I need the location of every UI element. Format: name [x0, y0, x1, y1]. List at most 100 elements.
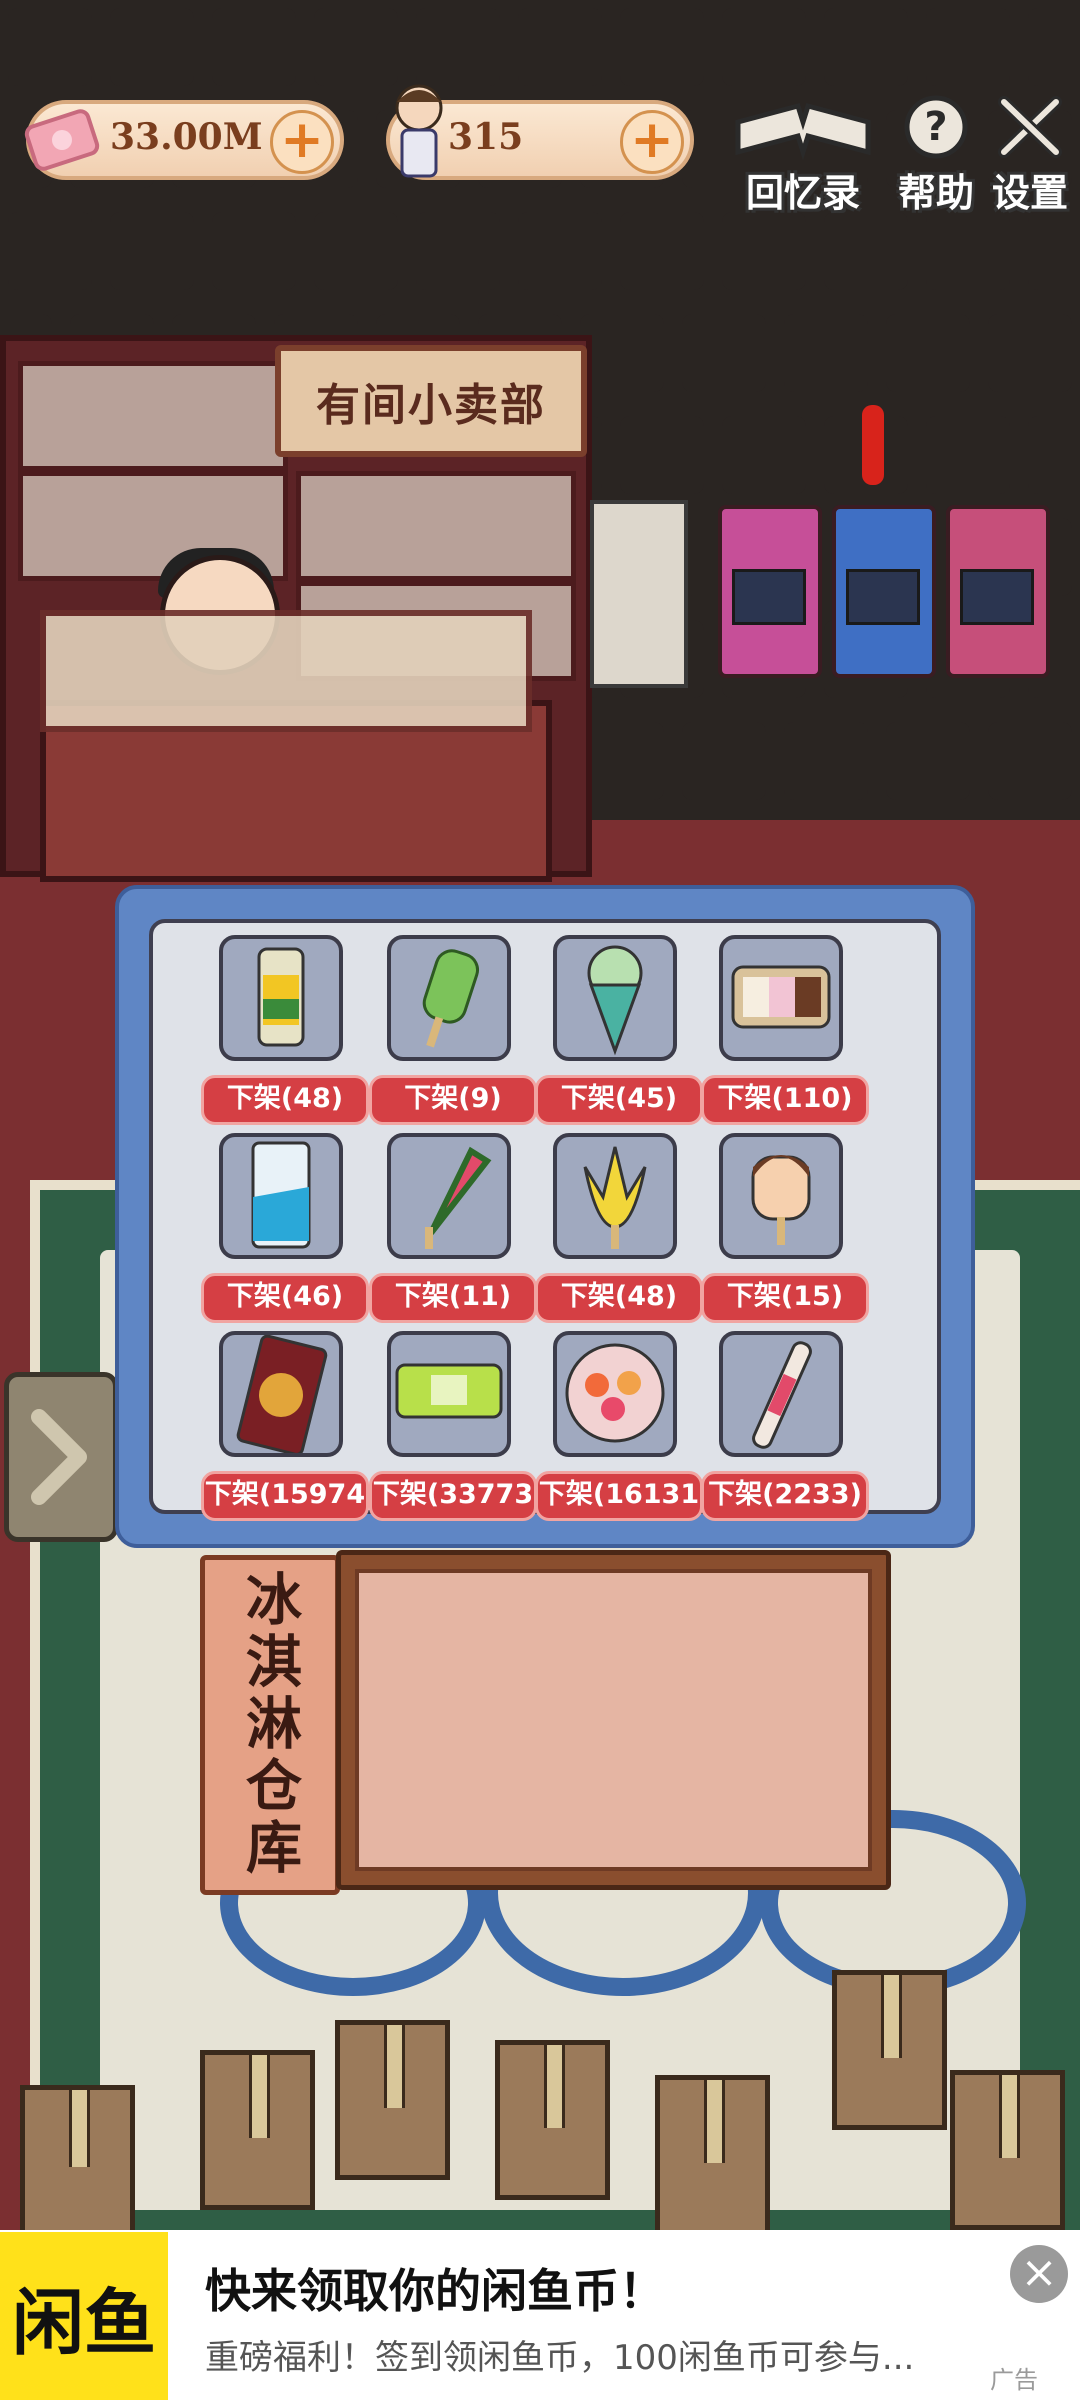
blue-ice-bar-icon[interactable] [219, 1133, 343, 1259]
brick [8, 212, 92, 290]
watermelon-popsicle-icon[interactable] [387, 1133, 511, 1259]
cardboard-box [655, 2075, 770, 2235]
brick [314, 212, 398, 290]
brick [824, 8, 908, 86]
arcade-machine[interactable] [832, 505, 936, 678]
ad-subtitle[interactable]: 重磅福利！签到领闲鱼币，100闲鱼币可参与... [205, 2330, 925, 2379]
ice-cream-slot: 下架(15) [701, 1133, 869, 1333]
settings-label: 设置 [991, 171, 1068, 215]
tube-ice-icon[interactable] [719, 1331, 843, 1457]
chocolate-bar-icon[interactable] [219, 1331, 343, 1457]
help-label: 帮助 [898, 171, 975, 215]
ad-tag: 广告 [990, 2366, 1038, 2394]
ice-cream-slot: 下架(46) [201, 1133, 369, 1333]
warehouse-title: 冰淇淋仓库 [200, 1555, 340, 1895]
brick [1028, 212, 1080, 290]
add-visitor-button[interactable]: + [620, 110, 684, 174]
brick [1028, 8, 1080, 86]
unshelf-button[interactable]: 下架(48) [535, 1273, 703, 1323]
unshelf-button[interactable]: 下架(16131 [535, 1471, 703, 1521]
help-button[interactable]: ? 帮助 [898, 92, 974, 217]
ice-cream-slot: 下架(48) [201, 935, 369, 1135]
unshelf-button[interactable]: 下架(15974 [201, 1471, 369, 1521]
unshelf-button[interactable]: 下架(2233) [701, 1471, 869, 1521]
close-icon[interactable]: × [1010, 2245, 1068, 2303]
warehouse-panel: 下架(48) 下架(9) 下架(45) 下架(110) 下架(46) 下架(11) 下架(4… [115, 885, 975, 1548]
unshelf-button[interactable]: 下架(45) [535, 1075, 703, 1125]
brick [722, 8, 806, 86]
arcade-screen [846, 569, 920, 625]
warehouse-drop-area[interactable] [336, 1550, 891, 1890]
visitor-icon [395, 84, 443, 178]
arcade-machine[interactable] [718, 505, 822, 678]
unshelf-button[interactable]: 下架(48) [201, 1075, 369, 1125]
glass-counter [40, 610, 532, 732]
ice-cream-slot: 下架(16131 [535, 1331, 703, 1531]
memoir-button[interactable]: 回忆录 [728, 92, 878, 217]
unshelf-button[interactable]: 下架(15) [701, 1273, 869, 1323]
cardboard-box [832, 1970, 947, 2130]
brick [926, 212, 1010, 290]
cone-icon[interactable] [553, 935, 677, 1061]
brick [784, 314, 868, 392]
brick [620, 212, 704, 290]
visitor-counter: 315 + [386, 84, 694, 180]
green-popsicle-icon[interactable] [387, 935, 511, 1061]
cash-icon [24, 109, 100, 171]
settings-button[interactable]: 设置 [990, 92, 1070, 217]
brick [886, 314, 970, 392]
visitor-value: 315 [448, 116, 524, 158]
arcade-screen [732, 569, 806, 625]
cardboard-box [200, 2050, 315, 2210]
ice-cream-slot: 下架(45) [535, 935, 703, 1135]
brick [212, 212, 296, 290]
ice-cream-slot: 下架(2233) [701, 1331, 869, 1531]
ad-title[interactable]: 快来领取你的闲鱼币！ [205, 2255, 665, 2321]
add-money-button[interactable]: + [270, 110, 334, 174]
brick [314, 8, 398, 86]
brick [110, 212, 194, 290]
brick [682, 314, 766, 392]
unshelf-button[interactable]: 下架(11) [369, 1273, 537, 1323]
green-wrapper-icon[interactable] [387, 1331, 511, 1457]
brick [580, 722, 664, 800]
brick [580, 314, 664, 392]
brick [926, 8, 1010, 86]
cardboard-box [335, 2020, 450, 2180]
banana-popsicle-icon[interactable] [553, 1133, 677, 1259]
ice-cream-slot: 下架(11) [369, 1133, 537, 1333]
warehouse-grid: 下架(48) 下架(9) 下架(45) 下架(110) 下架(46) 下架(11) 下架(4… [149, 919, 941, 1521]
cardboard-box [20, 2085, 135, 2235]
money-value: 33.00M [110, 116, 263, 158]
claw-machine[interactable] [590, 500, 688, 688]
corn-ice-cream-icon[interactable] [219, 935, 343, 1061]
shop-sign: 有间小卖部 [275, 345, 587, 457]
glass-shelf [18, 361, 288, 471]
brick [1028, 416, 1080, 494]
brick [416, 8, 500, 86]
expand-arrow-button[interactable] [4, 1372, 118, 1542]
fruit-bowl-icon[interactable] [553, 1331, 677, 1457]
arcade-machine[interactable] [946, 505, 1050, 678]
unshelf-button[interactable]: 下架(9) [369, 1075, 537, 1125]
glass-shelf [296, 471, 576, 581]
ice-cream-slot: 下架(110) [701, 935, 869, 1135]
brick [722, 416, 806, 494]
face-popsicle-icon[interactable] [719, 1133, 843, 1259]
unshelf-button[interactable]: 下架(46) [201, 1273, 369, 1323]
exclamation-icon[interactable] [862, 405, 884, 485]
brick [518, 8, 602, 86]
unshelf-button[interactable]: 下架(110) [701, 1075, 869, 1125]
brick [682, 722, 766, 800]
book-icon [735, 102, 871, 161]
memoir-label: 回忆录 [745, 171, 860, 215]
brick [620, 416, 704, 494]
unshelf-button[interactable]: 下架(33773 [369, 1471, 537, 1521]
xianyu-logo[interactable]: 闲鱼 [0, 2232, 168, 2400]
brick [824, 212, 908, 290]
warehouse-title-text: 冰淇淋仓库 [236, 1570, 303, 1880]
brick [8, 8, 92, 86]
ice-cream-tub-icon[interactable] [719, 935, 843, 1061]
brick [988, 314, 1072, 392]
brick [988, 722, 1072, 800]
